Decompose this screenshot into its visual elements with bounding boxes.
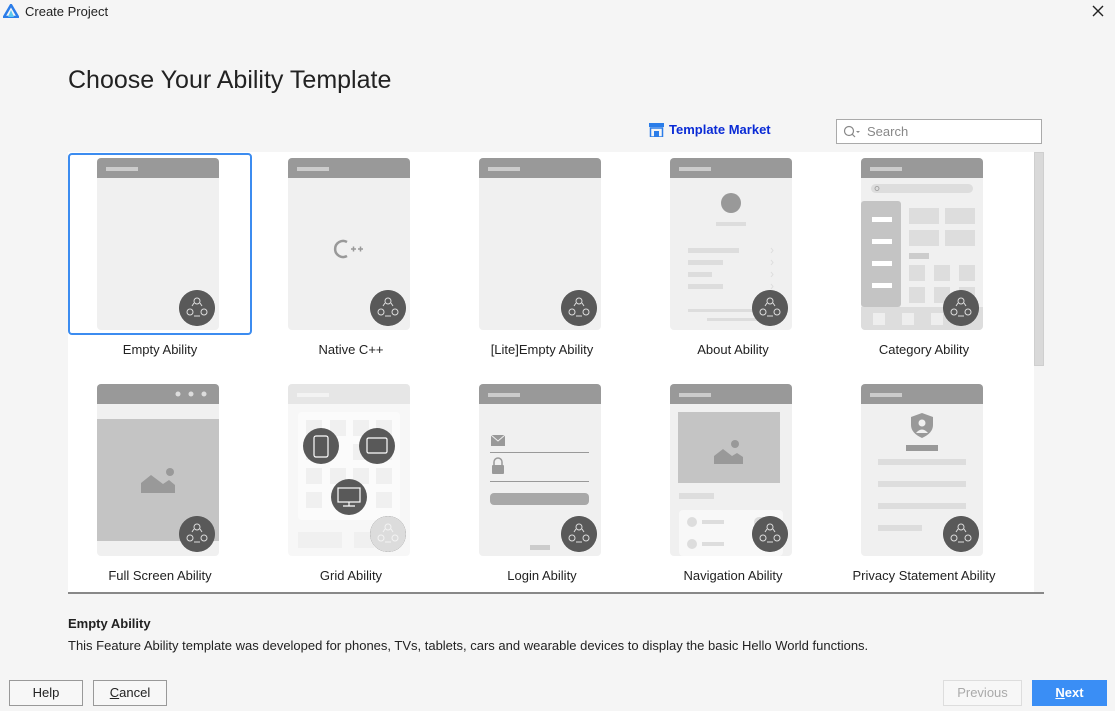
template-card-native-cpp[interactable]: Native C++ (259, 153, 443, 363)
template-label: Privacy Statement Ability (852, 568, 996, 583)
template-preview (288, 158, 410, 330)
template-preview (97, 384, 219, 556)
template-market-link[interactable]: Template Market (649, 122, 771, 137)
template-preview (479, 384, 601, 556)
previous-button[interactable]: Previous (943, 680, 1022, 706)
template-preview (670, 384, 792, 556)
next-mnemonic: N (1055, 685, 1065, 700)
ability-badge-icon (179, 516, 215, 552)
ability-badge-icon (752, 290, 788, 326)
deveco-logo-icon (3, 4, 19, 18)
title-bar: Create Project (0, 0, 1115, 24)
template-label: About Ability (697, 342, 769, 357)
window-title: Create Project (25, 4, 109, 19)
template-card-empty-ability[interactable]: Empty Ability (68, 153, 252, 363)
close-icon[interactable] (1090, 3, 1106, 19)
template-label: Navigation Ability (683, 568, 783, 583)
template-preview (670, 158, 792, 330)
cpp-icon (333, 239, 363, 259)
template-preview (861, 384, 983, 556)
template-label: [Lite]Empty Ability (490, 342, 594, 357)
next-button[interactable]: Next (1032, 680, 1107, 706)
template-card-lite-empty-ability[interactable]: [Lite]Empty Ability (450, 153, 634, 363)
ability-badge-icon (943, 516, 979, 552)
search-field[interactable] (836, 119, 1042, 144)
grid-scrollbar[interactable] (1034, 152, 1044, 592)
more-dots-icon (175, 391, 207, 397)
ability-badge-icon (370, 290, 406, 326)
template-preview (479, 158, 601, 330)
template-card-full-screen-ability[interactable]: Full Screen Ability (68, 379, 252, 589)
template-label: Category Ability (878, 342, 970, 357)
template-card-grid-ability[interactable]: Grid Ability (259, 379, 443, 589)
template-card-privacy-statement-ability[interactable]: Privacy Statement Ability (832, 379, 1016, 589)
search-icon (843, 125, 860, 137)
template-label: Grid Ability (319, 568, 383, 583)
template-label: Login Ability (507, 568, 577, 583)
cancel-label-rest: ancel (119, 685, 151, 700)
ability-badge-icon (561, 516, 597, 552)
template-preview (861, 158, 983, 330)
grid-divider (68, 592, 1044, 594)
description-text: This Feature Ability template was develo… (68, 638, 869, 653)
store-icon (649, 122, 664, 137)
search-input[interactable] (867, 124, 1027, 139)
ability-badge-icon (561, 290, 597, 326)
template-label: Empty Ability (122, 342, 198, 357)
scrollbar-thumb[interactable] (1034, 152, 1044, 366)
phone-device-icon (303, 428, 339, 464)
help-button[interactable]: Help (9, 680, 83, 706)
template-label: Native C++ (318, 342, 384, 357)
tv-device-icon (331, 479, 367, 515)
image-placeholder-icon (141, 468, 175, 493)
tablet-device-icon (359, 428, 395, 464)
template-card-navigation-ability[interactable]: Navigation Ability (641, 379, 825, 589)
shield-user-icon (911, 413, 933, 438)
ability-badge-icon (370, 516, 406, 552)
cancel-button[interactable]: Cancel (93, 680, 167, 706)
template-card-login-ability[interactable]: Login Ability (450, 379, 634, 589)
description-title: Empty Ability (68, 616, 151, 631)
template-market-label: Template Market (669, 122, 771, 137)
template-card-about-ability[interactable]: About Ability (641, 153, 825, 363)
ability-badge-icon (943, 290, 979, 326)
next-label-rest: ext (1064, 685, 1084, 700)
template-preview (288, 384, 410, 556)
template-label: Full Screen Ability (108, 568, 212, 583)
template-grid: Empty Ability Native C++ [Lite]Empty Abi… (68, 152, 1034, 592)
page-title: Choose Your Ability Template (68, 66, 392, 94)
template-card-category-ability[interactable]: Category Ability (832, 153, 1016, 363)
template-preview (97, 158, 219, 330)
ability-badge-icon (179, 290, 215, 326)
cancel-mnemonic: C (109, 685, 120, 700)
ability-badge-icon (752, 516, 788, 552)
